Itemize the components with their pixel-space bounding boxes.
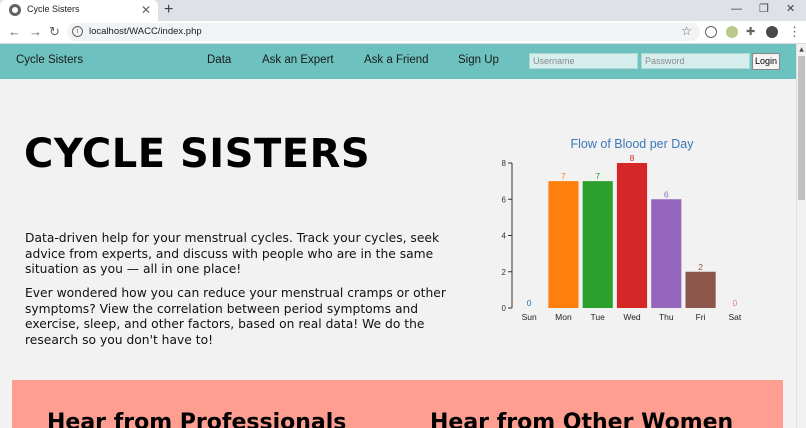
y-tick-label: 0	[502, 304, 507, 313]
data-label: 2	[698, 262, 703, 272]
x-tick-label: Sat	[728, 312, 741, 322]
x-tick-label: Tue	[591, 312, 606, 322]
bar	[651, 199, 682, 308]
x-tick-label: Thu	[659, 312, 674, 322]
y-tick-label: 8	[502, 159, 507, 168]
flow-bar-chart: 0 2 4 6 8 0 Sun 7 Mon 7 Tue 8 Wed 6 Thu 2 Fri 0 Sat	[502, 153, 742, 322]
other-women-heading: Hear from Other Women	[430, 410, 734, 428]
x-tick-label: Wed	[623, 312, 641, 322]
y-tick-label: 2	[502, 268, 507, 277]
y-tick-label: 6	[502, 195, 507, 204]
bar	[616, 163, 648, 308]
professionals-heading: Hear from Professionals	[47, 410, 347, 428]
data-label: 6	[664, 189, 669, 199]
data-label: 0	[527, 298, 532, 308]
x-tick-label: Fri	[696, 312, 706, 322]
data-label: 8	[630, 153, 635, 163]
x-tick-label: Mon	[555, 312, 572, 322]
bar	[582, 181, 613, 308]
data-label: 0	[732, 298, 737, 308]
x-tick-label: Sun	[522, 312, 537, 322]
data-label: 7	[561, 171, 566, 181]
data-label: 7	[595, 171, 600, 181]
bar	[548, 181, 579, 308]
bar	[685, 271, 716, 308]
y-tick-label: 4	[502, 232, 507, 241]
